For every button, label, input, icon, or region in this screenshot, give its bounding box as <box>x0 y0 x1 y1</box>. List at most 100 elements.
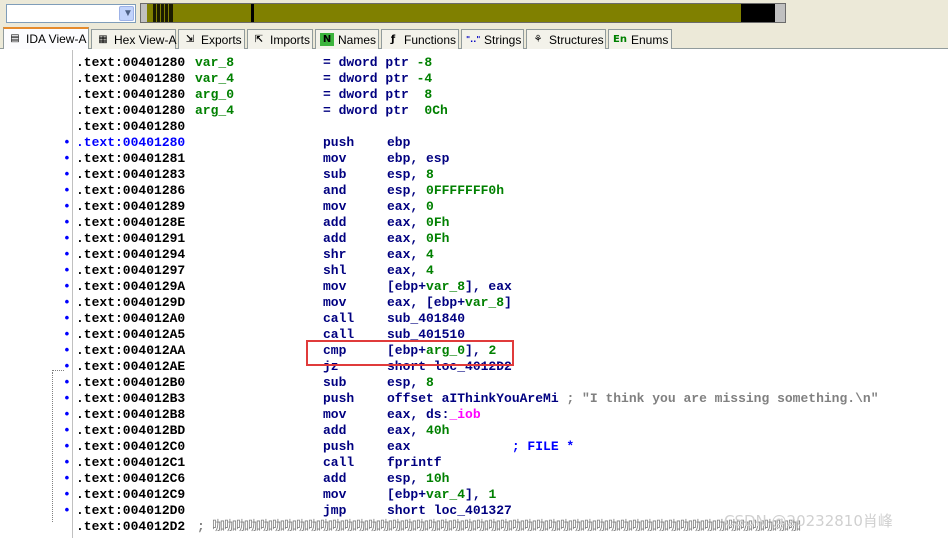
listing-row[interactable]: • .text:004012C6 add esp, 10h <box>0 471 948 487</box>
tab-label: Functions <box>404 33 457 47</box>
instruction-operand[interactable]: eax, [ebp+var_8] <box>387 295 512 311</box>
breakpoint-dot-icon[interactable]: • <box>63 295 71 311</box>
breakpoint-dot-icon[interactable]: • <box>63 215 71 231</box>
listing-row[interactable]: • .text:00401289 mov eax, 0 <box>0 199 948 215</box>
breakpoint-dot-icon[interactable]: • <box>63 231 71 247</box>
instruction-operand[interactable]: short loc_401327 <box>387 503 512 519</box>
instruction-operand[interactable]: eax, 0Fh <box>387 231 449 247</box>
navigation-band[interactable] <box>140 3 786 23</box>
listing-row[interactable]: .text:00401280 arg_0 = dword ptr 8 <box>0 87 948 103</box>
tab-functions[interactable]: ƒ Functions <box>381 29 459 49</box>
instruction-operand[interactable]: esp, 8 <box>387 167 434 183</box>
breakpoint-dot-icon[interactable]: • <box>63 503 71 519</box>
breakpoint-dot-icon[interactable]: • <box>63 279 71 295</box>
tab-label: Strings <box>484 33 522 47</box>
navband-data-segment <box>741 4 775 22</box>
breakpoint-dot-icon[interactable]: • <box>63 439 71 455</box>
breakpoint-dot-icon[interactable]: • <box>63 343 71 359</box>
breakpoint-dot-icon[interactable]: • <box>63 263 71 279</box>
listing-row[interactable]: • .text:00401283 sub esp, 8 <box>0 167 948 183</box>
breakpoint-dot-icon[interactable]: • <box>63 167 71 183</box>
tab-enums[interactable]: En Enums <box>608 29 672 49</box>
listing-row[interactable]: • .text:004012C1 call fprintf <box>0 455 948 471</box>
listing-row[interactable]: • .text:00401280 push ebp <box>0 135 948 151</box>
breakpoint-dot-icon[interactable]: • <box>63 407 71 423</box>
breakpoint-dot-icon[interactable]: • <box>63 247 71 263</box>
breakpoint-dot-icon[interactable]: • <box>63 183 71 199</box>
instruction-operand[interactable]: eax ; FILE * <box>387 439 574 455</box>
stack-variable-name[interactable]: var_4 <box>195 71 234 87</box>
breakpoint-dot-icon[interactable]: • <box>63 471 71 487</box>
breakpoint-dot-icon[interactable]: • <box>63 423 71 439</box>
instruction-operand[interactable]: esp, 8 <box>387 375 434 391</box>
navband-cursor[interactable] <box>251 4 254 22</box>
breakpoint-dot-icon[interactable]: • <box>63 455 71 471</box>
breakpoint-dot-icon[interactable]: • <box>63 135 71 151</box>
listing-row[interactable]: • .text:0040129D mov eax, [ebp+var_8] <box>0 295 948 311</box>
stack-variable-name[interactable]: arg_0 <box>195 87 234 103</box>
listing-row[interactable]: • .text:0040128E add eax, 0Fh <box>0 215 948 231</box>
breakpoint-dot-icon[interactable]: • <box>63 311 71 327</box>
listing-row[interactable]: .text:00401280 arg_4 = dword ptr 0Ch <box>0 103 948 119</box>
breakpoint-dot-icon[interactable]: • <box>63 151 71 167</box>
breakpoint-dot-icon[interactable]: • <box>63 375 71 391</box>
listing-row[interactable]: • .text:004012B3 push offset aIThinkYouAreM… <box>0 391 948 407</box>
tab-exports[interactable]: ⇲ Exports <box>178 29 245 49</box>
listing-row[interactable]: .text:00401280 var_8 = dword ptr -8 <box>0 55 948 71</box>
breakpoint-dot-icon[interactable]: • <box>63 327 71 343</box>
tab-hex-view-a[interactable]: ▦ Hex View-A <box>91 29 176 49</box>
listing-row[interactable]: • .text:004012C9 mov [ebp+var_4], 1 <box>0 487 948 503</box>
instruction-operand[interactable]: eax, 0 <box>387 199 434 215</box>
tab-label: IDA View-A <box>26 32 87 46</box>
tab-strings[interactable]: ".." Strings <box>461 29 524 49</box>
tab-structures[interactable]: ⚘ Structures <box>526 29 606 49</box>
instruction-operand[interactable]: [ebp+var_8], eax <box>387 279 512 295</box>
listing-row[interactable]: • .text:004012BD add eax, 40h <box>0 423 948 439</box>
listing-row[interactable]: • .text:00401291 add eax, 0Fh <box>0 231 948 247</box>
instruction-mnemonic: push <box>323 135 355 150</box>
listing-row[interactable]: • .text:00401297 shl eax, 4 <box>0 263 948 279</box>
highlight-box <box>306 340 514 366</box>
instruction-operand[interactable]: eax, 4 <box>387 247 434 263</box>
disassembly-listing[interactable]: .text:00401280 var_8 = dword ptr -8 .text:0… <box>0 50 948 538</box>
stack-variable-name[interactable]: arg_4 <box>195 103 234 119</box>
instruction-operand[interactable]: eax, ds:_iob <box>387 407 481 423</box>
listing-row[interactable]: • .text:00401294 shr eax, 4 <box>0 247 948 263</box>
listing-row[interactable]: • .text:00401281 mov ebp, esp <box>0 151 948 167</box>
listing-row[interactable]: • .text:004012A0 call sub_401840 <box>0 311 948 327</box>
chevron-down-icon[interactable]: ▼ <box>119 6 134 21</box>
tab-label: Structures <box>549 33 604 47</box>
breakpoint-dot-icon[interactable]: • <box>63 199 71 215</box>
address-combobox[interactable]: ▼ <box>6 4 136 23</box>
instruction-operand[interactable]: [ebp+var_4], 1 <box>387 487 496 503</box>
row-address: .text:004012A0 <box>76 311 186 326</box>
instruction-operand[interactable]: ebp, esp <box>387 151 449 167</box>
tab-ida-view-a[interactable]: ▤ IDA View-A <box>3 27 89 49</box>
row-address: .text:00401280 <box>76 119 186 134</box>
tab-imports[interactable]: ⇱ Imports <box>247 29 313 49</box>
instruction-operand[interactable]: eax, 4 <box>387 263 434 279</box>
instruction-operand[interactable]: eax, 0Fh <box>387 215 449 231</box>
instruction-operand[interactable]: sub_401840 <box>387 311 465 327</box>
instruction-operand[interactable]: fprintf <box>387 455 442 471</box>
row-address: .text:00401291 <box>76 231 186 246</box>
listing-row[interactable]: • .text:00401286 and esp, 0FFFFFFF0h <box>0 183 948 199</box>
instruction-operand[interactable]: esp, 10h <box>387 471 449 487</box>
instruction-operand[interactable]: esp, 0FFFFFFF0h <box>387 183 504 199</box>
listing-row[interactable]: .text:00401280 var_4 = dword ptr -4 <box>0 71 948 87</box>
listing-row[interactable]: • .text:004012B8 mov eax, ds:_iob <box>0 407 948 423</box>
listing-row[interactable]: • .text:004012B0 sub esp, 8 <box>0 375 948 391</box>
instruction-operand[interactable]: eax, 40h <box>387 423 449 439</box>
instruction-operand[interactable]: offset aIThinkYouAreMi ; "I think you ar… <box>387 391 879 407</box>
stack-variable-name[interactable]: var_8 <box>195 55 234 71</box>
listing-row[interactable]: • .text:0040129A mov [ebp+var_8], eax <box>0 279 948 295</box>
listing-row[interactable]: • .text:004012C0 push eax ; FILE * <box>0 439 948 455</box>
tab-label: Hex View-A <box>114 33 177 47</box>
breakpoint-dot-icon[interactable]: • <box>63 359 71 375</box>
listing-row[interactable]: .text:00401280 <box>0 119 948 135</box>
tab-names[interactable]: N Names <box>315 29 379 49</box>
breakpoint-dot-icon[interactable]: • <box>63 487 71 503</box>
instruction-operand[interactable]: ebp <box>387 135 410 151</box>
row-address: .text:004012AA <box>76 343 186 358</box>
breakpoint-dot-icon[interactable]: • <box>63 391 71 407</box>
